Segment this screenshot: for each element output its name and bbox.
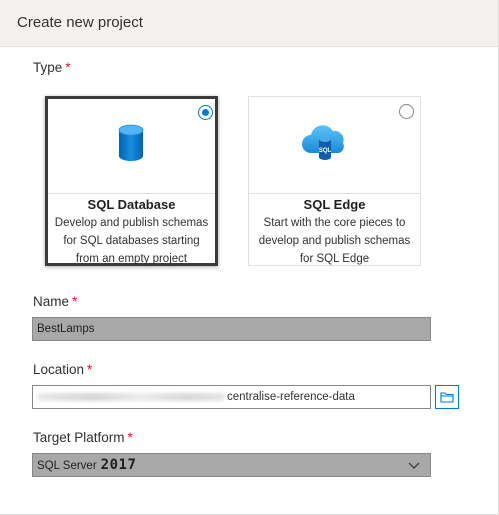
radio-button-unselected[interactable]: [399, 104, 414, 119]
name-label: Name *: [33, 294, 77, 309]
target-platform-label-text: Target Platform: [33, 430, 125, 445]
location-label-text: Location: [33, 362, 85, 377]
name-input-value: BestLamps: [37, 323, 95, 335]
type-label: Type *: [33, 60, 71, 75]
target-platform-label: Target Platform *: [33, 430, 133, 445]
card-description: Develop and publish schemas for SQL data…: [54, 217, 209, 265]
card-divider: [48, 193, 215, 194]
location-input[interactable]: centralise-reference-data: [32, 385, 431, 409]
project-type-card-sql-edge[interactable]: SQL SQL Edge Start with the core pieces …: [248, 96, 421, 266]
target-platform-selected-version: 2017: [100, 457, 137, 473]
browse-folder-button[interactable]: [435, 385, 459, 409]
dialog-title: Create new project: [17, 14, 143, 31]
chevron-down-icon[interactable]: [407, 457, 421, 473]
target-platform-selected-prefix: SQL Server: [37, 460, 97, 472]
required-mark: *: [127, 430, 133, 445]
card-title: SQL Edge: [303, 197, 366, 212]
folder-icon: [440, 392, 454, 403]
type-label-text: Type: [33, 60, 63, 75]
name-input[interactable]: BestLamps: [32, 317, 431, 341]
location-label: Location *: [33, 362, 92, 377]
card-description: Start with the core pieces to develop an…: [258, 217, 411, 265]
project-type-card-sql-database[interactable]: SQL Database Develop and publish schemas…: [45, 96, 218, 266]
card-divider: [249, 193, 420, 194]
name-label-text: Name: [33, 294, 70, 309]
required-mark: *: [72, 294, 78, 309]
redacted-path: [37, 392, 225, 401]
radio-button-selected[interactable]: [198, 105, 213, 120]
target-platform-select[interactable]: SQL Server 2017: [32, 453, 431, 477]
required-mark: *: [87, 362, 93, 377]
sql-edge-cloud-icon: SQL: [302, 125, 344, 160]
sql-badge-text: SQL: [319, 148, 332, 154]
location-input-value: centralise-reference-data: [227, 391, 355, 403]
card-title: SQL Database: [87, 197, 176, 212]
dialog-header: Create new project: [0, 0, 498, 47]
database-cylinder-icon: [118, 124, 144, 161]
required-mark: *: [65, 60, 71, 75]
